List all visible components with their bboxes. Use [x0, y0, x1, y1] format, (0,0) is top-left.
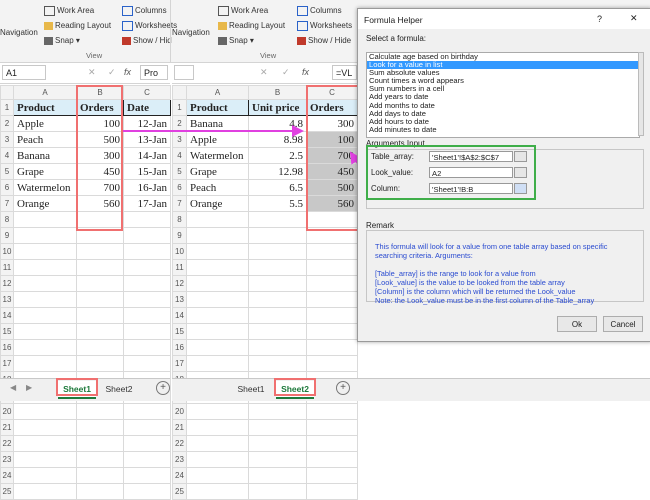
- cell[interactable]: [13, 435, 77, 452]
- table-row: 24: [0, 467, 171, 484]
- cancel-button[interactable]: Cancel: [603, 316, 643, 332]
- cell[interactable]: [186, 467, 249, 484]
- row-header[interactable]: 25: [172, 483, 187, 500]
- table-row: 24: [172, 467, 358, 484]
- table-row: 21: [172, 419, 358, 436]
- cell[interactable]: [186, 451, 249, 468]
- remark-line: searching criteria. Arguments:: [375, 251, 473, 260]
- cell[interactable]: [76, 403, 124, 420]
- cell[interactable]: [306, 419, 358, 436]
- cell[interactable]: [186, 483, 249, 500]
- cell[interactable]: [306, 467, 358, 484]
- cell[interactable]: [13, 467, 77, 484]
- cell[interactable]: [76, 467, 124, 484]
- row-header[interactable]: 20: [0, 403, 14, 420]
- row-header[interactable]: 23: [172, 451, 187, 468]
- row-header[interactable]: 22: [172, 435, 187, 452]
- cell[interactable]: [186, 435, 249, 452]
- cell[interactable]: [13, 403, 77, 420]
- ok-button[interactable]: Ok: [557, 316, 597, 332]
- cell[interactable]: [76, 451, 124, 468]
- help-button[interactable]: ?: [597, 14, 602, 24]
- table-row: 22: [0, 435, 171, 452]
- row-header[interactable]: 25: [0, 483, 14, 500]
- table-row: 25: [172, 483, 358, 500]
- table-row: 21: [0, 419, 171, 436]
- remark-line: Note: the Look_value must be in the firs…: [375, 296, 595, 305]
- sheet1-tab-highlight: [56, 378, 98, 396]
- arguments-highlight: [366, 145, 536, 200]
- remark-line: This formula will look for a value from …: [375, 242, 608, 251]
- cell[interactable]: [123, 403, 171, 420]
- remark-label: Remark: [366, 221, 395, 230]
- cell[interactable]: [13, 419, 77, 436]
- row-header[interactable]: 21: [172, 419, 187, 436]
- cell[interactable]: [306, 435, 358, 452]
- cell[interactable]: [306, 403, 358, 420]
- table-row: 23: [172, 451, 358, 468]
- table-row: 20: [0, 403, 171, 420]
- add-sheet-button[interactable]: +: [156, 381, 170, 395]
- row-header[interactable]: 24: [0, 467, 14, 484]
- cell[interactable]: [186, 403, 249, 420]
- remark-line: [Column] is the column which will be ret…: [375, 287, 576, 296]
- cell[interactable]: [248, 483, 307, 500]
- add-sheet-button[interactable]: +: [336, 381, 350, 395]
- cell[interactable]: [123, 451, 171, 468]
- sheet2-tab-highlight: [274, 378, 316, 396]
- cell[interactable]: [248, 435, 307, 452]
- formula-list-item[interactable]: Add minutes to date: [367, 125, 639, 134]
- scroll-right-icon[interactable]: ▶: [26, 383, 32, 392]
- table-row: 23: [0, 451, 171, 468]
- cell[interactable]: [248, 403, 307, 420]
- tab-sheet1[interactable]: Sheet1: [232, 381, 270, 397]
- cell[interactable]: [306, 451, 358, 468]
- cell[interactable]: [248, 451, 307, 468]
- cell[interactable]: [123, 467, 171, 484]
- cell[interactable]: [76, 483, 124, 500]
- cell[interactable]: [306, 483, 358, 500]
- close-button[interactable]: ✕: [630, 13, 638, 24]
- row-header[interactable]: 20: [172, 403, 187, 420]
- cell[interactable]: [13, 483, 77, 500]
- scroll-left-icon[interactable]: ◀: [10, 383, 16, 392]
- remark-line: [Look_value] is the value to be looked f…: [375, 278, 565, 287]
- table-row: 25: [0, 483, 171, 500]
- cell[interactable]: [123, 483, 171, 500]
- cell[interactable]: [123, 419, 171, 436]
- cell[interactable]: [248, 419, 307, 436]
- row-header[interactable]: 21: [0, 419, 14, 436]
- dialog-title: Formula Helper: [364, 15, 423, 25]
- cell[interactable]: [76, 435, 124, 452]
- cell[interactable]: [186, 419, 249, 436]
- table-row: 20: [172, 403, 358, 420]
- sheet-tab-bar-2: Sheet1 Sheet2 +: [172, 378, 650, 401]
- cell[interactable]: [123, 435, 171, 452]
- row-header[interactable]: 23: [0, 451, 14, 468]
- row-header[interactable]: 24: [172, 467, 187, 484]
- cell[interactable]: [76, 419, 124, 436]
- select-formula-label: Select a formula:: [366, 34, 427, 43]
- table-row: 22: [172, 435, 358, 452]
- remark-line: [Table_array] is the range to look for a…: [375, 269, 536, 278]
- row-header[interactable]: 22: [0, 435, 14, 452]
- formula-list-scrollbar[interactable]: [638, 52, 644, 136]
- cell[interactable]: [248, 467, 307, 484]
- formula-list[interactable]: Calculate age based on birthday Look for …: [366, 52, 640, 138]
- tab-sheet2[interactable]: Sheet2: [100, 381, 138, 397]
- cell[interactable]: [13, 451, 77, 468]
